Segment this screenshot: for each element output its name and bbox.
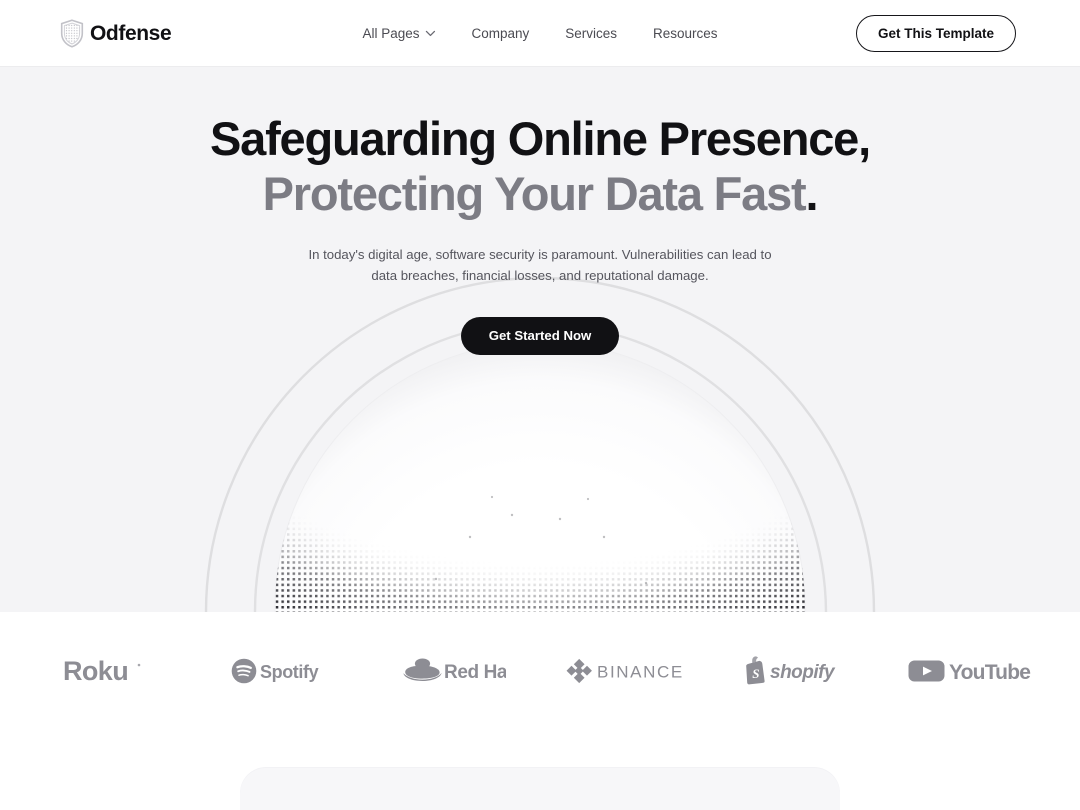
headline-period: . <box>805 166 818 220</box>
headline-line-1: Safeguarding Online Presence, <box>210 112 871 165</box>
peek-card <box>240 768 840 810</box>
nav-item-label: All Pages <box>362 25 420 41</box>
logo-spotify[interactable]: Spotify <box>195 649 368 693</box>
spotify-logo-icon: Spotify <box>231 658 319 684</box>
logo-roku[interactable]: Roku <box>22 649 195 693</box>
globe-dot-map <box>275 342 805 612</box>
shopify-bag-shape: S <box>746 656 765 685</box>
nav-item-company[interactable]: Company <box>471 27 529 41</box>
svg-text:Spotify: Spotify <box>260 662 319 682</box>
logo-binance[interactable]: BINANCE <box>540 649 713 693</box>
logo-red-hat[interactable]: Red Hat <box>367 649 540 693</box>
site-header: Odfense All Pages Company Services Resou… <box>0 0 1080 67</box>
nav-item-services[interactable]: Services <box>565 27 617 41</box>
nav-item-resources[interactable]: Resources <box>653 27 718 41</box>
svg-text:shopify: shopify <box>770 662 836 683</box>
logo-youtube[interactable]: YouTube <box>885 649 1058 693</box>
hero-section: Safeguarding Online Presence, Protecting… <box>0 67 1080 612</box>
main-navigation: All Pages Company Services Resources <box>362 0 717 67</box>
youtube-logo-icon: YouTube <box>908 660 1031 684</box>
fedora-hat-shape <box>403 658 442 681</box>
binance-logo-icon: BINANCE <box>566 658 684 684</box>
brand-logo[interactable]: Odfense <box>60 18 172 48</box>
shield-icon <box>60 18 84 48</box>
client-logo-strip: Roku Spotify Red Ha BINANCE S shopify Yo… <box>0 612 1080 730</box>
header-actions: Get This Template <box>855 14 1016 52</box>
nav-item-label: Company <box>471 25 530 41</box>
headline-line-2: Protecting Your Data Fast <box>262 166 807 220</box>
globe-dot-scatter <box>434 495 648 585</box>
redhat-logo-icon: Red Hat <box>403 658 506 683</box>
svg-text:Red Hat: Red Hat <box>444 662 506 683</box>
hero-cta-wrapper: Get Started Now <box>460 316 620 355</box>
hero-content: Safeguarding Online Presence, Protecting… <box>0 67 1080 355</box>
get-started-now-button[interactable]: Get Started Now <box>460 316 620 355</box>
svg-text:Roku: Roku <box>63 656 128 686</box>
chevron-down-icon <box>425 30 436 37</box>
nav-item-label: Services <box>565 25 618 41</box>
svg-text:YouTube: YouTube <box>949 661 1030 684</box>
svg-text:S: S <box>752 666 759 681</box>
brand-name: Odfense <box>90 21 172 45</box>
binance-diamond-mark <box>566 658 593 684</box>
svg-text:BINANCE: BINANCE <box>597 663 684 682</box>
get-this-template-button[interactable]: Get This Template <box>855 14 1016 52</box>
nav-item-label: Resources <box>653 25 718 41</box>
page-root: Odfense All Pages Company Services Resou… <box>0 0 1080 810</box>
logo-shopify[interactable]: S shopify <box>713 649 886 693</box>
page-title: Safeguarding Online Presence, Protecting… <box>210 112 871 222</box>
hero-subtitle: In today's digital age, software securit… <box>308 246 772 284</box>
shopify-logo-icon: S shopify <box>746 656 837 685</box>
roku-logo-icon: Roku <box>63 656 141 686</box>
nav-item-all-pages[interactable]: All Pages <box>362 25 436 41</box>
